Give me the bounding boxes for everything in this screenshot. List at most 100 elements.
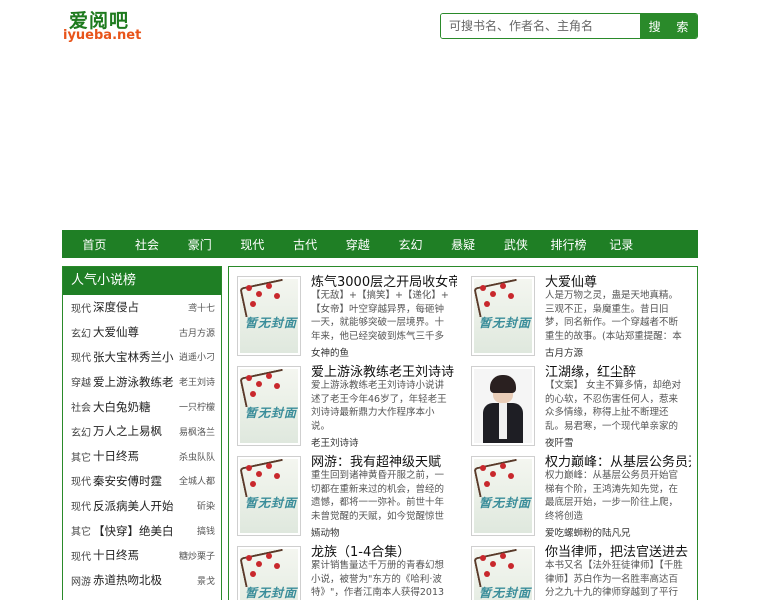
nav-item-home[interactable]: 首页 xyxy=(68,236,121,253)
list-item-category: 社会 xyxy=(71,403,91,415)
list-item-category: 现代 xyxy=(71,551,91,563)
book-cover[interactable] xyxy=(471,366,535,446)
list-item[interactable]: 现代 张大宝林秀兰小 逍遥小刁 xyxy=(63,345,221,370)
list-item-author: 斫染 xyxy=(196,502,215,513)
cover-placeholder-text: 暂无封面 xyxy=(479,316,532,330)
popular-novels-title: 人气小说榜 xyxy=(63,267,221,295)
book-card: 暂无封面 权力巅峰：从基层公务员开 权力巅峰：从基层公务员开始官梯有个阶，王鸿涛… xyxy=(463,447,691,539)
book-description: 【文案】 女主不算多情，却绝对的心软，不忍伤害任何人，惹来众多情缘，称得上扯不断… xyxy=(545,380,682,432)
nav-item-wealthy[interactable]: 豪门 xyxy=(173,236,226,253)
header: 爱阅吧 iyueba.net 搜 索 xyxy=(0,0,760,48)
book-description: 本书又名【法外狂徒律师】【千胜律师】苏白作为一名胜率高达百分之九十九的律师穿越到… xyxy=(545,560,683,598)
list-item-title[interactable]: 【快穿】绝美白 xyxy=(93,523,197,539)
book-title[interactable]: 权力巅峰：从基层公务员开 xyxy=(545,451,691,470)
list-item[interactable]: 网游 赤道热吻北极 景戈 xyxy=(63,568,221,593)
book-cover[interactable]: 暂无封面 xyxy=(237,456,301,536)
placeholder-cover-image: 暂无封面 xyxy=(240,369,298,443)
search-box: 搜 索 xyxy=(440,13,698,39)
book-card: 暂无封面 网游：我有超神级天赋 重生回到诸神黄昏开服之前，一切都在重新来过的机会… xyxy=(229,447,457,539)
placeholder-cover-image: 暂无封面 xyxy=(240,459,298,533)
nav-item-society[interactable]: 社会 xyxy=(121,236,174,253)
list-item-title[interactable]: 万人之上易枫 xyxy=(93,423,179,439)
book-title[interactable]: 江湖缘，红尘醉 xyxy=(545,361,691,380)
list-item[interactable]: 现代 深度侵占 鸢十七 xyxy=(63,295,221,320)
list-item-title[interactable]: 反派病美人开始 xyxy=(93,498,197,514)
cover-placeholder-text: 暂无封面 xyxy=(245,316,298,330)
list-item-title[interactable]: 秦安安傅时霆 xyxy=(93,473,179,489)
book-card: 暂无封面 你当律师，把法官送进去 本书又名【法外狂徒律师】【千胜律师】苏白作为一… xyxy=(463,537,691,600)
list-item-title[interactable]: 大白兔奶糖 xyxy=(93,399,179,415)
book-cover[interactable]: 暂无封面 xyxy=(471,456,535,536)
list-item[interactable]: 玄幻 大爱仙尊 古月方源 xyxy=(63,320,221,345)
list-item-title[interactable]: 十日终焉 xyxy=(93,547,179,563)
nav-item-ranking[interactable]: 排行榜 xyxy=(542,236,595,253)
main-nav: 首页 社会 豪门 现代 古代 穿越 玄幻 悬疑 武侠 排行榜 记录 xyxy=(62,230,698,258)
book-title[interactable]: 炼气3000层之开局收女帝 xyxy=(311,271,457,290)
list-item-title[interactable]: 张大宝林秀兰小 xyxy=(93,349,179,365)
book-card: 暂无封面 爱上游泳教练老王刘诗诗 爱上游泳教练老王刘诗诗小说讲述了老王今年46岁… xyxy=(229,357,457,449)
book-cover[interactable]: 暂无封面 xyxy=(237,276,301,356)
placeholder-cover-image: 暂无封面 xyxy=(474,549,532,600)
book-cover[interactable]: 暂无封面 xyxy=(471,276,535,356)
list-item-author: 一只柠檬 xyxy=(178,403,215,414)
book-title[interactable]: 网游：我有超神级天赋 xyxy=(311,451,457,470)
book-title[interactable]: 大爱仙尊 xyxy=(545,271,691,290)
placeholder-cover-image: 暂无封面 xyxy=(240,279,298,353)
list-item-author: 易枫洛兰 xyxy=(178,427,215,438)
list-item[interactable]: 社会 大白兔奶糖 一只柠檬 xyxy=(63,394,221,419)
list-item[interactable]: 其它 【快穿】绝美白 搞钱 xyxy=(63,518,221,543)
list-item-category: 玄幻 xyxy=(71,328,91,340)
list-item-title[interactable]: 深度侵占 xyxy=(93,299,188,315)
book-cover[interactable]: 暂无封面 xyxy=(237,546,301,600)
list-item-author: 全城人都 xyxy=(178,477,215,488)
nav-item-history[interactable]: 记录 xyxy=(595,236,648,253)
list-item-author: 糖炒栗子 xyxy=(178,551,215,562)
nav-item-ancient[interactable]: 古代 xyxy=(279,236,332,253)
list-item[interactable]: 现代 十日终焉 糖炒栗子 xyxy=(63,543,221,568)
search-input[interactable] xyxy=(441,14,640,38)
placeholder-cover-image: 暂无封面 xyxy=(474,279,532,353)
book-card: 暂无封面 大爱仙尊 人是万物之灵，蛊是天地真精。三观不正，枭魔重生。昔日旧梦，同… xyxy=(463,267,691,359)
list-item-author: 景戈 xyxy=(196,576,215,587)
list-item-title[interactable]: 十日终焉 xyxy=(93,448,179,464)
book-description: 累计销售量达千万册的青春幻想小说，被誉为"东方的《哈利·波特》"，作者江南本人获… xyxy=(311,560,445,598)
book-cover-photo xyxy=(474,369,532,443)
list-item-category: 现代 xyxy=(71,502,91,514)
list-item[interactable]: 玄幻 万人之上易枫 易枫洛兰 xyxy=(63,419,221,444)
book-cover[interactable]: 暂无封面 xyxy=(471,546,535,600)
list-item-author: 杀虫队队 xyxy=(178,452,215,463)
book-card: 江湖缘，红尘醉 【文案】 女主不算多情，却绝对的心软，不忍伤害任何人，惹来众多情… xyxy=(463,357,691,449)
list-item-category: 现代 xyxy=(71,303,91,315)
list-item-author: 搞钱 xyxy=(196,527,215,538)
cover-placeholder-text: 暂无封面 xyxy=(245,496,298,510)
site-logo-domain[interactable]: iyueba.net xyxy=(63,28,141,43)
cover-placeholder-text: 暂无封面 xyxy=(245,406,298,420)
book-cover[interactable]: 暂无封面 xyxy=(237,366,301,446)
book-title[interactable]: 龙族（1-4合集） xyxy=(311,541,457,560)
list-item-category: 网游 xyxy=(71,576,91,588)
book-description: 重生回到诸神黄昏开服之前，一切都在重新来过的机会，曾经的遗憾，都将一一弥补。前世… xyxy=(311,470,445,522)
nav-item-wuxia[interactable]: 武侠 xyxy=(490,236,543,253)
list-item-category: 现代 xyxy=(71,477,91,489)
nav-item-modern[interactable]: 现代 xyxy=(226,236,279,253)
list-item-title[interactable]: 爱上游泳教练老 xyxy=(93,374,179,390)
search-button[interactable]: 搜 索 xyxy=(640,14,697,38)
nav-item-fantasy[interactable]: 玄幻 xyxy=(384,236,437,253)
book-title[interactable]: 你当律师，把法官送进去 xyxy=(545,541,691,560)
list-item-title[interactable]: 赤道热吻北极 xyxy=(93,572,197,588)
list-item[interactable]: 其它 十日终焉 杀虫队队 xyxy=(63,444,221,469)
list-item-category: 玄幻 xyxy=(71,427,91,439)
nav-item-mystery[interactable]: 悬疑 xyxy=(437,236,490,253)
list-item-category: 其它 xyxy=(71,452,91,464)
list-item-title[interactable]: 大爱仙尊 xyxy=(93,324,179,340)
cover-placeholder-text: 暂无封面 xyxy=(479,496,532,510)
book-title[interactable]: 爱上游泳教练老王刘诗诗 xyxy=(311,361,457,380)
list-item[interactable]: 穿越 爱上游泳教练老 老王刘诗 xyxy=(63,369,221,394)
list-item[interactable]: 现代 反派病美人开始 斫染 xyxy=(63,493,221,518)
list-item-author: 鸢十七 xyxy=(187,303,215,314)
nav-item-time-travel[interactable]: 穿越 xyxy=(331,236,384,253)
list-item-author: 老王刘诗 xyxy=(178,378,215,389)
list-item[interactable]: 现代 秦安安傅时霆 全城人都 xyxy=(63,469,221,494)
book-description: 权力巅峰：从基层公务员开始官梯有个阶，王鸿涛先知先觉，在最底层开始，一步一阶往上… xyxy=(545,470,679,522)
placeholder-cover-image: 暂无封面 xyxy=(474,459,532,533)
